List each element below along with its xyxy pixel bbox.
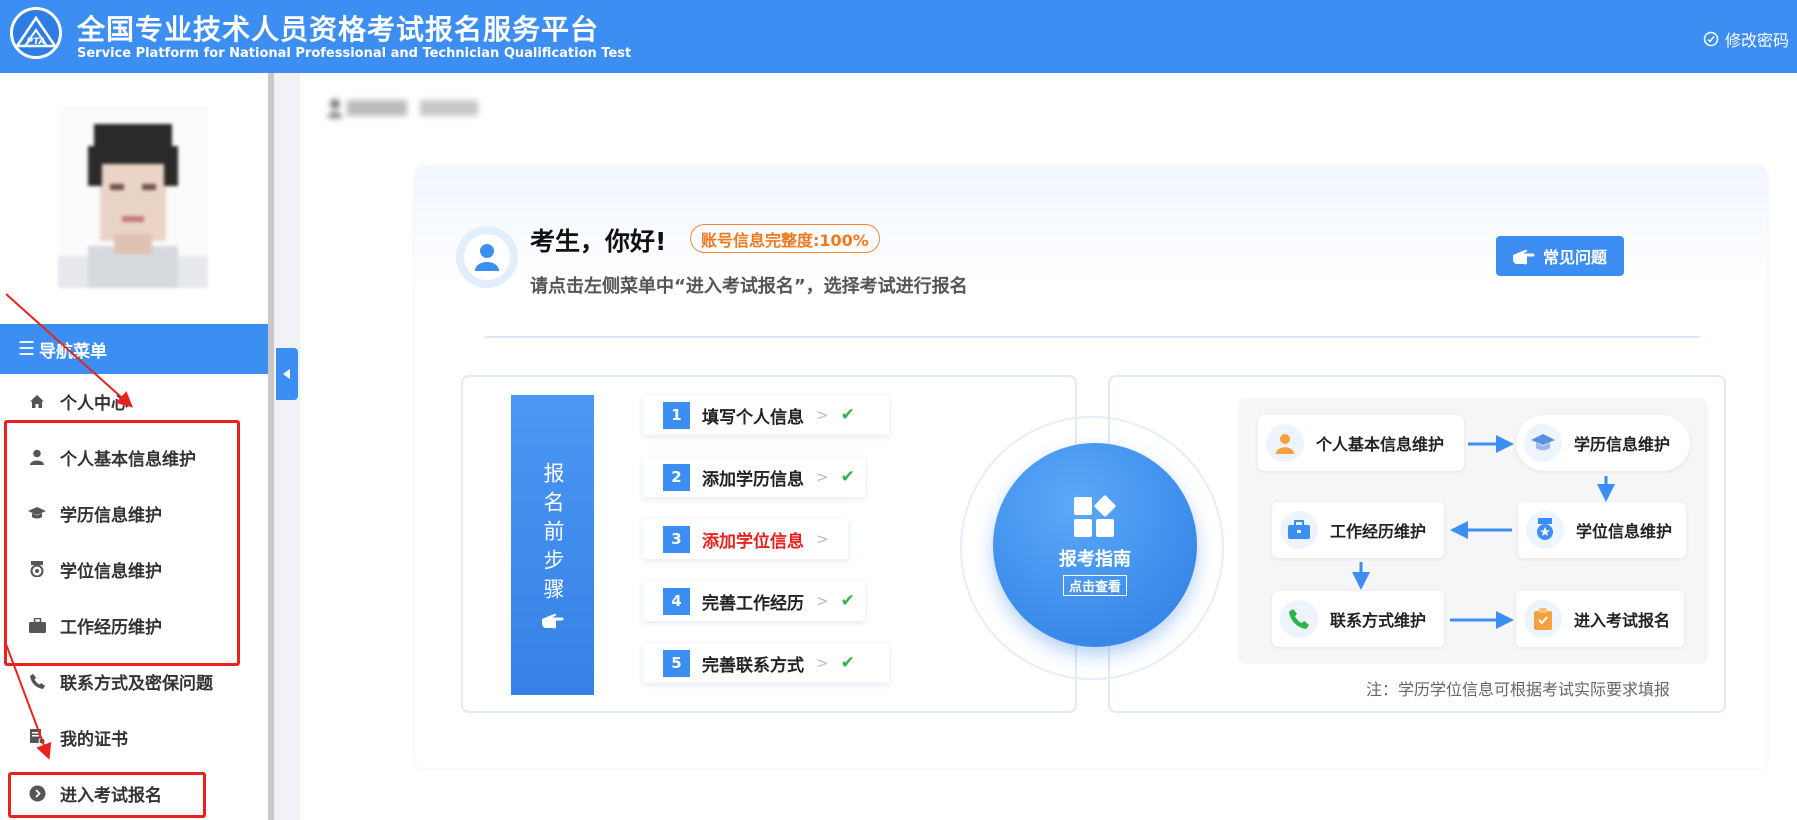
pointing-hand-icon (541, 613, 563, 629)
instruction-text: 请点击左侧菜单中“进入考试报名”，选择考试进行报名 (530, 276, 968, 297)
flow-node-exam-registration[interactable]: 进入考试报名 (1516, 591, 1684, 647)
user-icon (475, 244, 499, 271)
site-title: 全国专业技术人员资格考试报名服务平台 (77, 13, 600, 46)
menu-icon: ☰ (18, 338, 36, 360)
step-number: 3 (663, 525, 690, 553)
flow-note: 注：学历学位信息可根据考试实际要求填报 (1366, 680, 1671, 699)
edit-circle-icon (1703, 31, 1719, 47)
flow-node-education[interactable]: 学历信息维护 (1516, 415, 1690, 471)
check-icon: ✔ (840, 405, 855, 425)
grid-icon (1074, 495, 1116, 537)
step-label: 添加学历信息 (702, 469, 804, 490)
step-item-4[interactable]: 4 完善工作经历 > ✔ (643, 581, 865, 621)
step-number: 5 (663, 649, 690, 677)
faq-button[interactable]: 常见问题 (1496, 236, 1624, 276)
home-icon (28, 392, 46, 410)
flow-node-label: 联系方式维护 (1330, 611, 1427, 630)
steps-banner: 报名前步骤 (511, 395, 594, 695)
flow-node-label: 学位信息维护 (1576, 522, 1673, 541)
flow-node-basic-info[interactable]: 个人基本信息维护 (1258, 415, 1464, 471)
step-number: 1 (663, 401, 690, 429)
sidebar-item-label: 我的证书 (60, 729, 128, 750)
pointing-hand-icon (1512, 249, 1535, 265)
flow-node-work-experience[interactable]: 工作经历维护 (1272, 502, 1444, 558)
completeness-badge: 账号信息完整度:100% (690, 224, 880, 253)
annotation-box-profile-items (4, 420, 240, 666)
exam-guide-button[interactable]: 报考指南 点击查看 (993, 443, 1197, 647)
pta-logo: PTA (10, 7, 62, 59)
caret-left-icon (283, 369, 290, 379)
guide-title: 报考指南 (1059, 548, 1131, 570)
step-item-1[interactable]: 1 填写个人信息 > ✔ (643, 395, 889, 435)
nav-menu-title: 导航菜单 (39, 341, 108, 362)
step-item-2[interactable]: 2 添加学历信息 > ✔ (643, 457, 865, 497)
medal-icon (1526, 511, 1564, 549)
clipboard-icon (1524, 600, 1562, 638)
logo-text: PTA (26, 37, 46, 47)
step-label: 填写个人信息 (702, 407, 804, 428)
user-name-blurred (325, 96, 480, 120)
certificate-icon (28, 728, 46, 746)
step-label: 完善联系方式 (702, 655, 804, 676)
sidebar-collapse-button[interactable] (276, 348, 298, 400)
step-number: 2 (663, 463, 690, 491)
guide-subtitle: 点击查看 (1062, 574, 1127, 596)
flow-node-label: 进入考试报名 (1574, 611, 1671, 630)
chevron-right-icon: > (816, 592, 829, 610)
sidebar-item-label: 联系方式及密保问题 (60, 673, 213, 694)
sidebar-item-label: 个人中心 (60, 393, 128, 414)
change-password-label: 修改密码 (1724, 31, 1789, 50)
flow-node-label: 个人基本信息维护 (1316, 435, 1445, 454)
nav-menu-header: ☰ 导航菜单 (0, 324, 268, 374)
mountain-icon (14, 15, 58, 48)
flow-node-degree[interactable]: 学位信息维护 (1518, 502, 1686, 558)
user-avatar-icon (456, 226, 518, 288)
chevron-right-icon: > (816, 654, 829, 672)
phone-icon (28, 672, 46, 690)
sidebar-item-certificates[interactable]: 我的证书 (28, 722, 128, 752)
greeting: 考生，你好! (530, 227, 667, 256)
person-icon (1266, 424, 1304, 462)
faq-label: 常见问题 (1542, 248, 1607, 267)
chevron-right-icon: > (816, 468, 829, 486)
flow-node-label: 工作经历维护 (1330, 522, 1427, 541)
step-item-5[interactable]: 5 完善联系方式 > ✔ (643, 643, 889, 683)
site-subtitle: Service Platform for National Profession… (77, 46, 632, 61)
sidebar-item-personal-center[interactable]: 个人中心 (28, 386, 128, 416)
sidebar-scrollbar[interactable] (268, 73, 274, 820)
step-label: 完善工作经历 (702, 593, 804, 614)
steps-banner-text: 报名前步骤 (541, 461, 565, 607)
step-item-3[interactable]: 3 添加学位信息 > (643, 519, 848, 559)
avatar (58, 106, 208, 288)
check-icon: ✔ (840, 467, 855, 487)
chevron-right-icon: > (816, 406, 829, 424)
check-icon: ✔ (840, 591, 855, 611)
check-icon: ✔ (840, 653, 855, 673)
chevron-right-icon: > (816, 530, 829, 548)
briefcase-icon (1280, 511, 1318, 549)
annotation-box-exam-registration (8, 772, 206, 818)
step-number: 4 (663, 587, 690, 615)
graduation-cap-icon (1524, 424, 1562, 462)
top-header: PTA 全国专业技术人员资格考试报名服务平台 Service Platform … (0, 0, 1797, 73)
flow-node-contact[interactable]: 联系方式维护 (1272, 591, 1444, 647)
divider (484, 336, 1700, 338)
phone-icon (1280, 600, 1318, 638)
step-label: 添加学位信息 (702, 531, 804, 552)
flow-node-label: 学历信息维护 (1574, 435, 1671, 454)
sidebar-item-contact-security[interactable]: 联系方式及密保问题 (28, 666, 213, 696)
change-password-link[interactable]: 修改密码 (1703, 27, 1789, 51)
